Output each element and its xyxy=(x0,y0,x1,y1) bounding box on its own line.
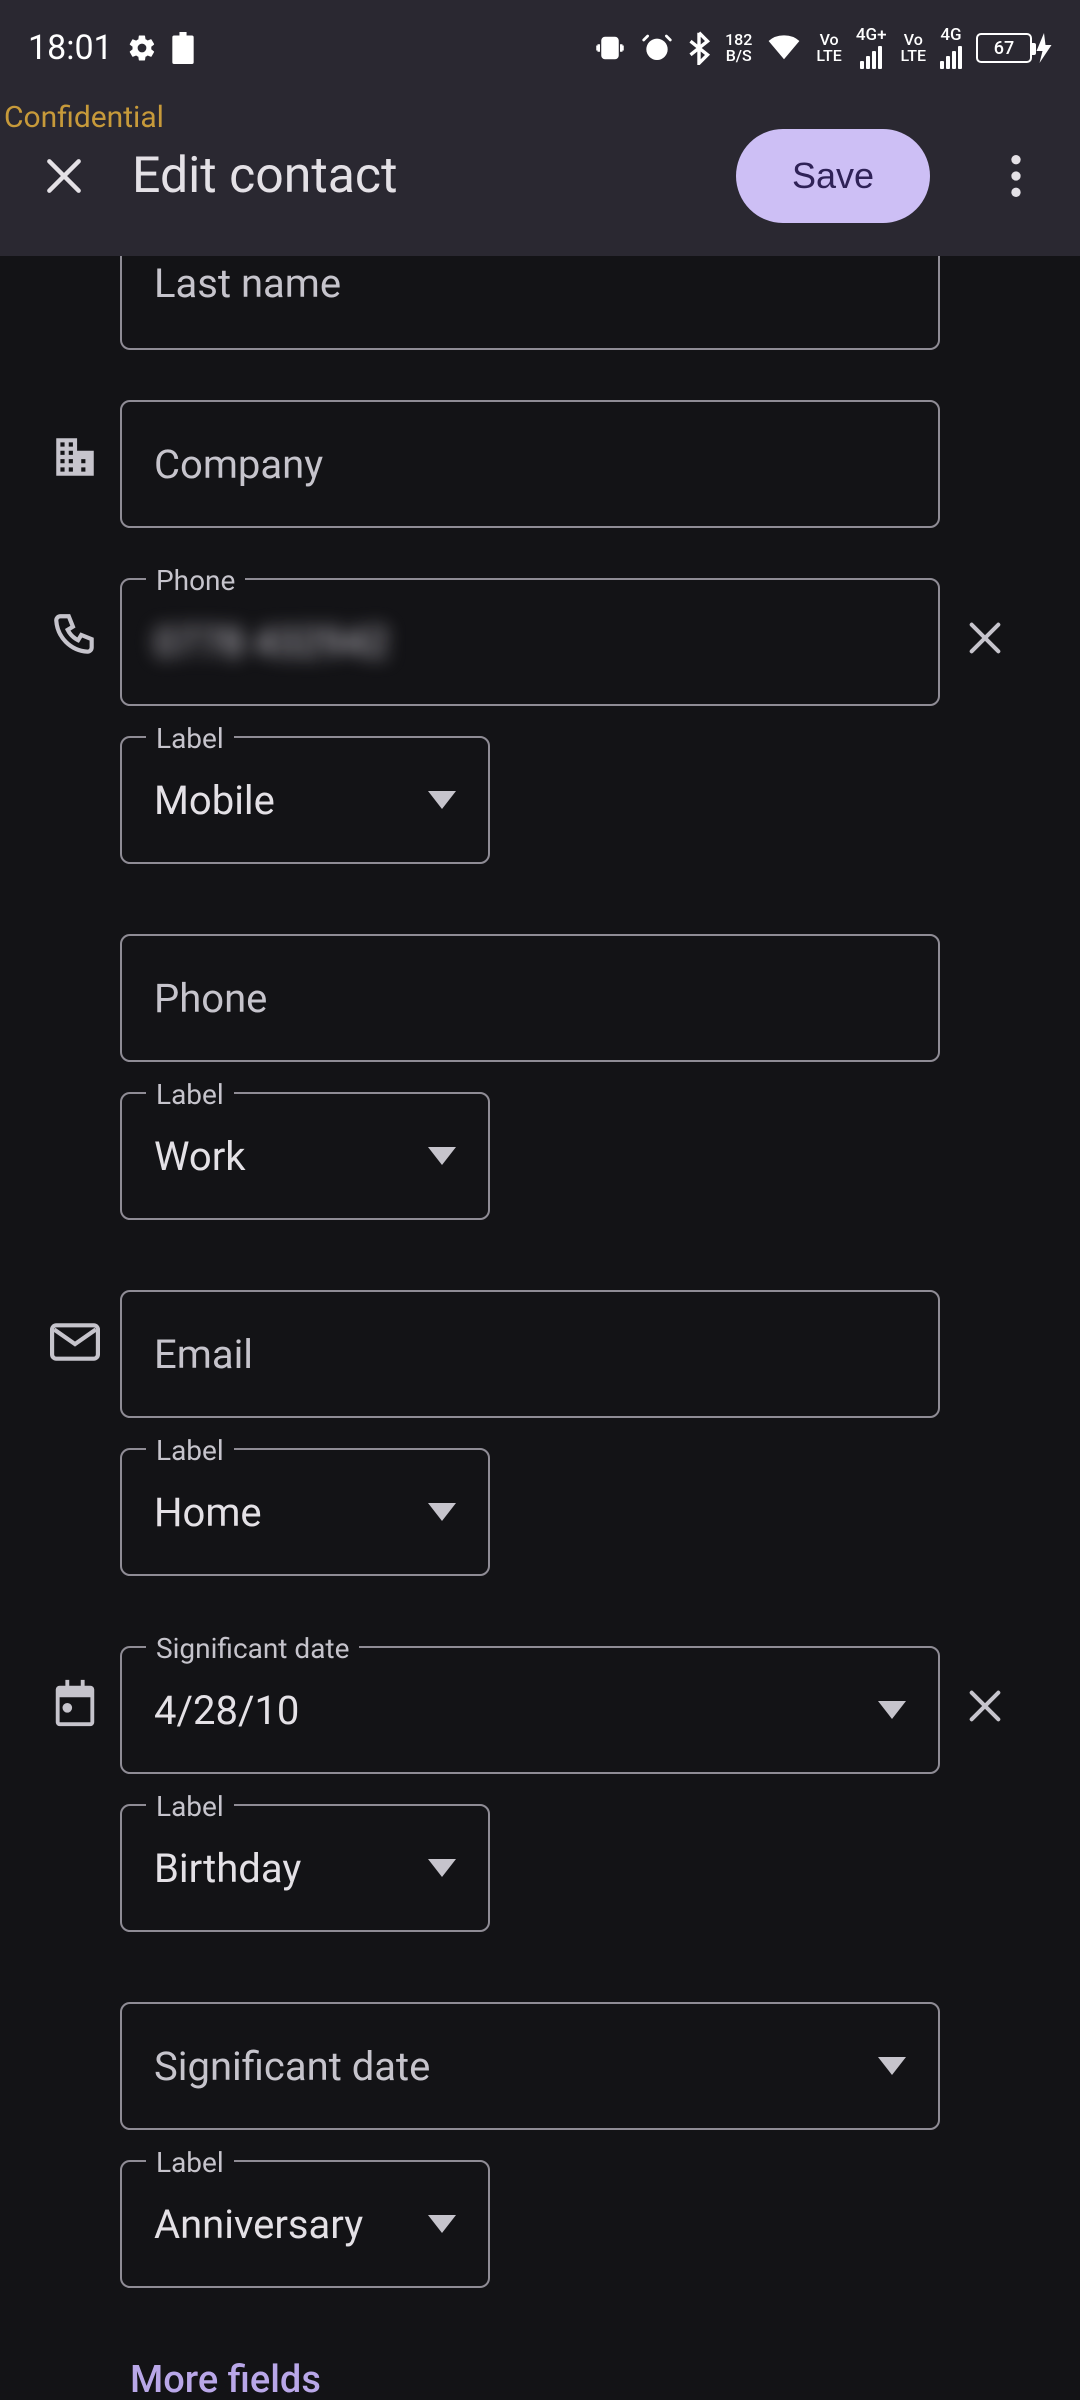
phone-2-type-dropdown[interactable]: Label Work xyxy=(120,1092,490,1220)
remove-significant-date-1-button[interactable] xyxy=(949,1670,1021,1742)
gear-icon xyxy=(127,33,157,63)
phone-2-type-label: Label xyxy=(146,1078,234,1111)
battery-saver-icon xyxy=(171,32,195,64)
phone-1-type-label: Label xyxy=(146,722,234,755)
phone-icon xyxy=(30,578,120,660)
status-right: 182 B/S Vo LTE 4G+ Vo LTE 4G 67 xyxy=(593,27,1052,69)
last-name-placeholder: Last name xyxy=(154,260,341,307)
charging-icon xyxy=(1036,33,1052,63)
edit-contact-form: Last name Company Phone 0778 432942 xyxy=(0,256,1080,2400)
phone-2-placeholder: Phone xyxy=(154,975,906,1022)
significant-date-1-field[interactable]: Significant date 4/28/10 xyxy=(120,1646,940,1774)
significant-date-1-value: 4/28/10 xyxy=(154,1687,878,1734)
company-field[interactable]: Company xyxy=(120,400,940,528)
close-icon xyxy=(42,154,86,198)
significant-date-1-type-label: Label xyxy=(146,1790,234,1823)
close-icon xyxy=(965,1686,1005,1726)
email-field[interactable]: Email xyxy=(120,1290,940,1418)
phone-2-type-value: Work xyxy=(154,1133,428,1180)
phone-1-value: 0778 432942 xyxy=(154,619,906,666)
phone-1-type-value: Mobile xyxy=(154,777,428,824)
status-left: 18:01 xyxy=(28,28,195,68)
vibrate-icon xyxy=(593,33,627,63)
more-options-button[interactable] xyxy=(980,140,1052,212)
company-icon xyxy=(30,400,120,482)
close-icon xyxy=(965,618,1005,658)
significant-date-2-type-dropdown[interactable]: Label Anniversary xyxy=(120,2160,490,2288)
email-icon xyxy=(30,1290,120,1362)
chevron-down-icon xyxy=(428,791,456,809)
chevron-down-icon xyxy=(428,1147,456,1165)
alarm-icon xyxy=(641,32,673,64)
significant-date-1-type-dropdown[interactable]: Label Birthday xyxy=(120,1804,490,1932)
close-button[interactable] xyxy=(28,140,100,212)
sim1-net: 4G+ xyxy=(856,27,887,69)
chevron-down-icon xyxy=(878,1701,906,1719)
more-fields-button[interactable]: More fields xyxy=(130,2358,321,2400)
bluetooth-icon xyxy=(687,31,711,65)
sim1-signal-icon xyxy=(860,43,882,69)
chevron-down-icon xyxy=(428,1859,456,1877)
app-bar: Confidential Edit contact Save xyxy=(0,96,1080,256)
clock: 18:01 xyxy=(28,28,113,68)
significant-date-2-type-value: Anniversary xyxy=(154,2201,428,2248)
email-type-dropdown[interactable]: Label Home xyxy=(120,1448,490,1576)
sim1-volte: Vo LTE xyxy=(816,32,841,64)
remove-phone-1-button[interactable] xyxy=(949,602,1021,674)
confidential-watermark: Confidential xyxy=(4,100,164,135)
phone-2-field[interactable]: Phone xyxy=(120,934,940,1062)
significant-date-2-type-label: Label xyxy=(146,2146,234,2179)
significant-date-2-placeholder: Significant date xyxy=(154,2043,878,2090)
chevron-down-icon xyxy=(428,2215,456,2233)
chevron-down-icon xyxy=(428,1503,456,1521)
phone-1-type-dropdown[interactable]: Label Mobile xyxy=(120,736,490,864)
network-speed: 182 B/S xyxy=(725,32,752,64)
last-name-field[interactable]: Last name xyxy=(120,256,940,350)
significant-date-2-field[interactable]: Significant date xyxy=(120,2002,940,2130)
company-placeholder: Company xyxy=(154,441,906,488)
calendar-icon xyxy=(30,1646,120,1728)
sim2-signal-icon xyxy=(940,43,962,69)
chevron-down-icon xyxy=(878,2057,906,2075)
page-title: Edit contact xyxy=(132,147,704,205)
email-type-value: Home xyxy=(154,1489,428,1536)
wifi-icon xyxy=(766,34,802,62)
status-bar: 18:01 182 B/S Vo LTE 4G+ xyxy=(0,0,1080,96)
phone-1-label: Phone xyxy=(146,564,245,597)
save-button[interactable]: Save xyxy=(736,129,930,223)
more-vert-icon xyxy=(1011,155,1021,197)
email-type-label: Label xyxy=(146,1434,234,1467)
phone-1-field[interactable]: Phone 0778 432942 xyxy=(120,578,940,706)
significant-date-1-type-value: Birthday xyxy=(154,1845,428,1892)
email-placeholder: Email xyxy=(154,1331,906,1378)
sim2-net: 4G xyxy=(940,27,962,69)
sim2-volte: Vo LTE xyxy=(901,32,926,64)
significant-date-1-label: Significant date xyxy=(146,1632,359,1665)
battery-indicator: 67 xyxy=(976,33,1052,63)
